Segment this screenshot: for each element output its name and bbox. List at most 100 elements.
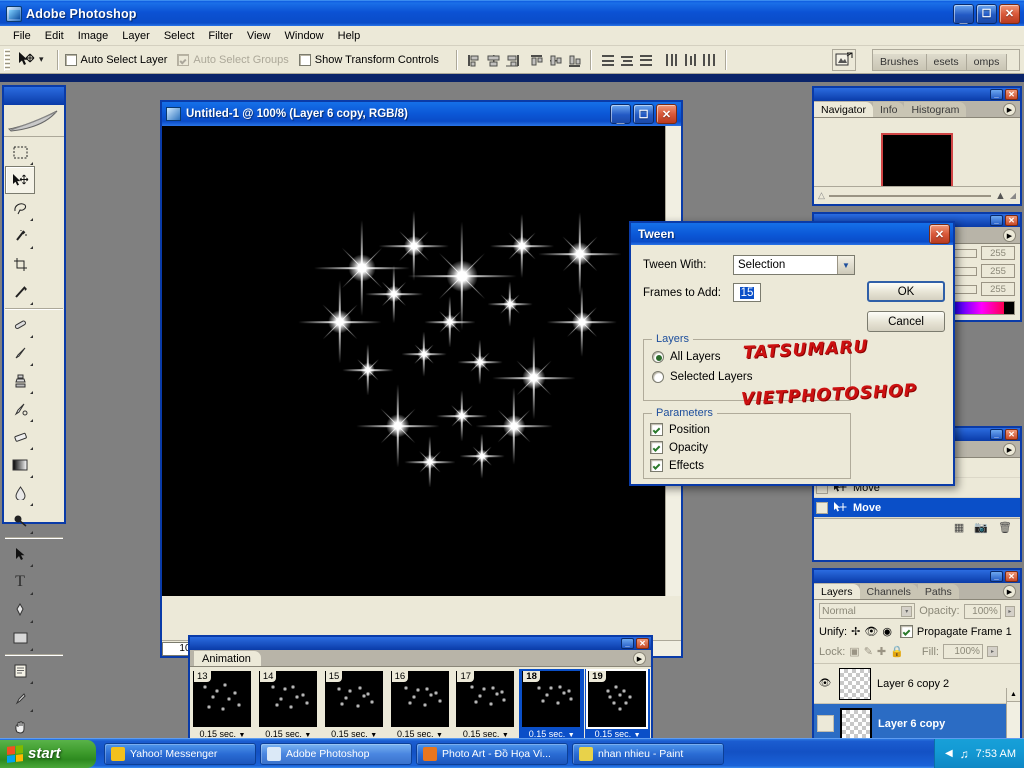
healing-brush-tool-button[interactable] — [5, 311, 35, 339]
notes-tool-button[interactable] — [5, 657, 35, 685]
selected-layers-radio[interactable] — [652, 371, 664, 383]
distribute-bottom-edges-icon[interactable] — [637, 51, 654, 68]
menu-select[interactable]: Select — [157, 28, 202, 44]
cancel-button[interactable]: Cancel — [867, 311, 945, 332]
eyedropper-tool-button[interactable] — [5, 685, 35, 713]
layer-visibility-toggle[interactable]: 👁 — [817, 676, 833, 692]
taskbar-button[interactable]: Photo Art - Đồ Họa Vi... — [416, 742, 568, 765]
blend-mode-select[interactable]: Normal ▾ — [819, 603, 916, 619]
palette-well-tab-tool-presets[interactable]: esets — [926, 54, 967, 70]
type-tool-button[interactable]: T — [5, 568, 35, 596]
history-palette-menu-icon[interactable]: ▶ — [1003, 443, 1016, 456]
zoom-out-icon[interactable]: △ — [818, 190, 825, 201]
eraser-tool-button[interactable] — [5, 423, 35, 451]
taskbar-button[interactable]: Adobe Photoshop — [260, 742, 412, 765]
jump-to-imageready-button[interactable] — [832, 49, 856, 71]
fill-stepper-icon[interactable]: ▸ — [986, 646, 998, 657]
opacity-checkbox[interactable] — [650, 441, 663, 454]
show-transform-controls-checkbox[interactable] — [298, 53, 311, 66]
gradient-tool-button[interactable] — [5, 451, 35, 479]
history-minimize-button[interactable]: _ — [990, 429, 1003, 440]
layers-palette-menu-icon[interactable]: ▶ — [1003, 585, 1016, 598]
effects-checkbox[interactable] — [650, 459, 663, 472]
distribute-top-edges-icon[interactable] — [599, 51, 616, 68]
scroll-up-icon[interactable]: ▲ — [1007, 688, 1020, 702]
crop-tool-button[interactable] — [5, 250, 35, 278]
animation-palette-titlebar[interactable]: _ ✕ — [190, 637, 651, 650]
unify-style-icon[interactable]: ◉ — [882, 625, 892, 638]
magic-wand-tool-button[interactable] — [5, 222, 35, 250]
auto-select-layer-option[interactable]: Auto Select Layer — [64, 53, 167, 66]
align-right-edges-icon[interactable] — [503, 51, 520, 68]
menu-window[interactable]: Window — [278, 28, 331, 44]
menu-image[interactable]: Image — [71, 28, 116, 44]
pen-tool-button[interactable] — [5, 596, 35, 624]
layer-thumbnail[interactable] — [840, 707, 872, 740]
animation-frame[interactable]: 18 0.15 sec. ▼ — [519, 669, 585, 747]
clone-stamp-tool-button[interactable] — [5, 367, 35, 395]
navigator-close-button[interactable]: ✕ — [1005, 89, 1018, 100]
palette-well-tab-brushes[interactable]: Brushes — [873, 54, 927, 70]
animation-palette-menu-icon[interactable]: ▶ — [633, 652, 646, 665]
shape-tool-button[interactable] — [5, 624, 35, 652]
blue-value[interactable]: 255 — [981, 282, 1015, 296]
document-close-button[interactable]: ✕ — [656, 104, 677, 124]
align-horizontal-centers-icon[interactable] — [484, 51, 501, 68]
animation-frame[interactable]: 15 0.15 sec. ▼ — [322, 669, 387, 747]
document-maximize-button[interactable]: ☐ — [633, 104, 654, 124]
create-new-snapshot-icon[interactable]: 📷 — [974, 521, 988, 534]
all-layers-radio[interactable] — [652, 351, 664, 363]
dodge-tool-button[interactable] — [5, 507, 35, 535]
tab-info[interactable]: Info — [872, 102, 905, 117]
show-transform-controls-option[interactable]: Show Transform Controls — [298, 53, 439, 66]
fill-input[interactable]: 100% — [942, 644, 983, 659]
color-minimize-button[interactable]: _ — [990, 215, 1003, 226]
unify-visibility-icon[interactable]: 👁 — [864, 625, 878, 638]
document-titlebar[interactable]: Untitled-1 @ 100% (Layer 6 copy, RGB/8) … — [162, 102, 681, 126]
volume-icon[interactable]: ♫ — [960, 747, 969, 761]
black-swatch[interactable] — [1004, 302, 1014, 314]
document-minimize-button[interactable]: _ — [610, 104, 631, 124]
show-hidden-icons-icon[interactable]: ◀ — [945, 748, 953, 759]
selected-layers-option[interactable]: Selected Layers — [652, 371, 850, 383]
create-document-from-state-icon[interactable]: ▦ — [954, 521, 964, 534]
color-palette-menu-icon[interactable]: ▶ — [1003, 229, 1016, 242]
palette-well-tab-layer-comps[interactable]: omps — [966, 54, 1008, 70]
menu-layer[interactable]: Layer — [115, 28, 157, 44]
align-top-edges-icon[interactable] — [527, 51, 544, 68]
animation-frames-list[interactable]: 13 0.15 sec. ▼ 14 0.15 sec. ▼ 15 0.15 sec. ▼ 1… — [190, 667, 651, 749]
toolbox-titlebar[interactable] — [4, 87, 64, 105]
taskbar-clock[interactable]: 7:53 AM — [976, 748, 1016, 760]
red-value[interactable]: 255 — [981, 246, 1015, 260]
lock-image-icon[interactable]: ✎ — [864, 645, 873, 658]
animation-close-button[interactable]: ✕ — [636, 638, 649, 649]
ok-button[interactable]: OK — [867, 281, 945, 302]
path-selection-tool-button[interactable] — [5, 540, 35, 568]
animation-frame[interactable]: 14 0.15 sec. ▼ — [256, 669, 321, 747]
delete-state-icon[interactable]: 🗑 — [998, 521, 1012, 534]
menu-help[interactable]: Help — [331, 28, 368, 44]
tab-channels[interactable]: Channels — [859, 584, 918, 599]
lock-transparency-icon[interactable]: ▣ — [849, 645, 859, 658]
animation-frame[interactable]: 19 0.15 sec. ▼ — [585, 669, 651, 747]
brush-tool-button[interactable] — [5, 339, 35, 367]
color-close-button[interactable]: ✕ — [1005, 215, 1018, 226]
opacity-input[interactable]: 100% — [963, 603, 1001, 619]
distribute-right-edges-icon[interactable] — [700, 51, 717, 68]
start-button[interactable]: start — [0, 739, 96, 768]
application-titlebar[interactable]: Adobe Photoshop _ ☐ ✕ — [0, 0, 1024, 26]
animation-frame[interactable]: 16 0.15 sec. ▼ — [388, 669, 453, 747]
navigator-resize-grip[interactable]: ◢ — [1010, 191, 1016, 200]
navigator-zoom-slider[interactable] — [828, 194, 991, 197]
propagate-frame-checkbox[interactable] — [899, 625, 913, 638]
layers-close-button[interactable]: ✕ — [1005, 571, 1018, 582]
menu-filter[interactable]: Filter — [201, 28, 239, 44]
distribute-left-edges-icon[interactable] — [662, 51, 679, 68]
animation-frame[interactable]: 17 0.15 sec. ▼ — [453, 669, 518, 747]
tool-preset-chevron-icon[interactable]: ▾ — [39, 54, 44, 65]
opacity-stepper-icon[interactable]: ▸ — [1004, 605, 1015, 617]
menu-file[interactable]: File — [6, 28, 38, 44]
minimize-button[interactable]: _ — [953, 3, 974, 24]
history-brush-tool-button[interactable] — [5, 395, 35, 423]
slice-tool-button[interactable] — [5, 278, 35, 306]
